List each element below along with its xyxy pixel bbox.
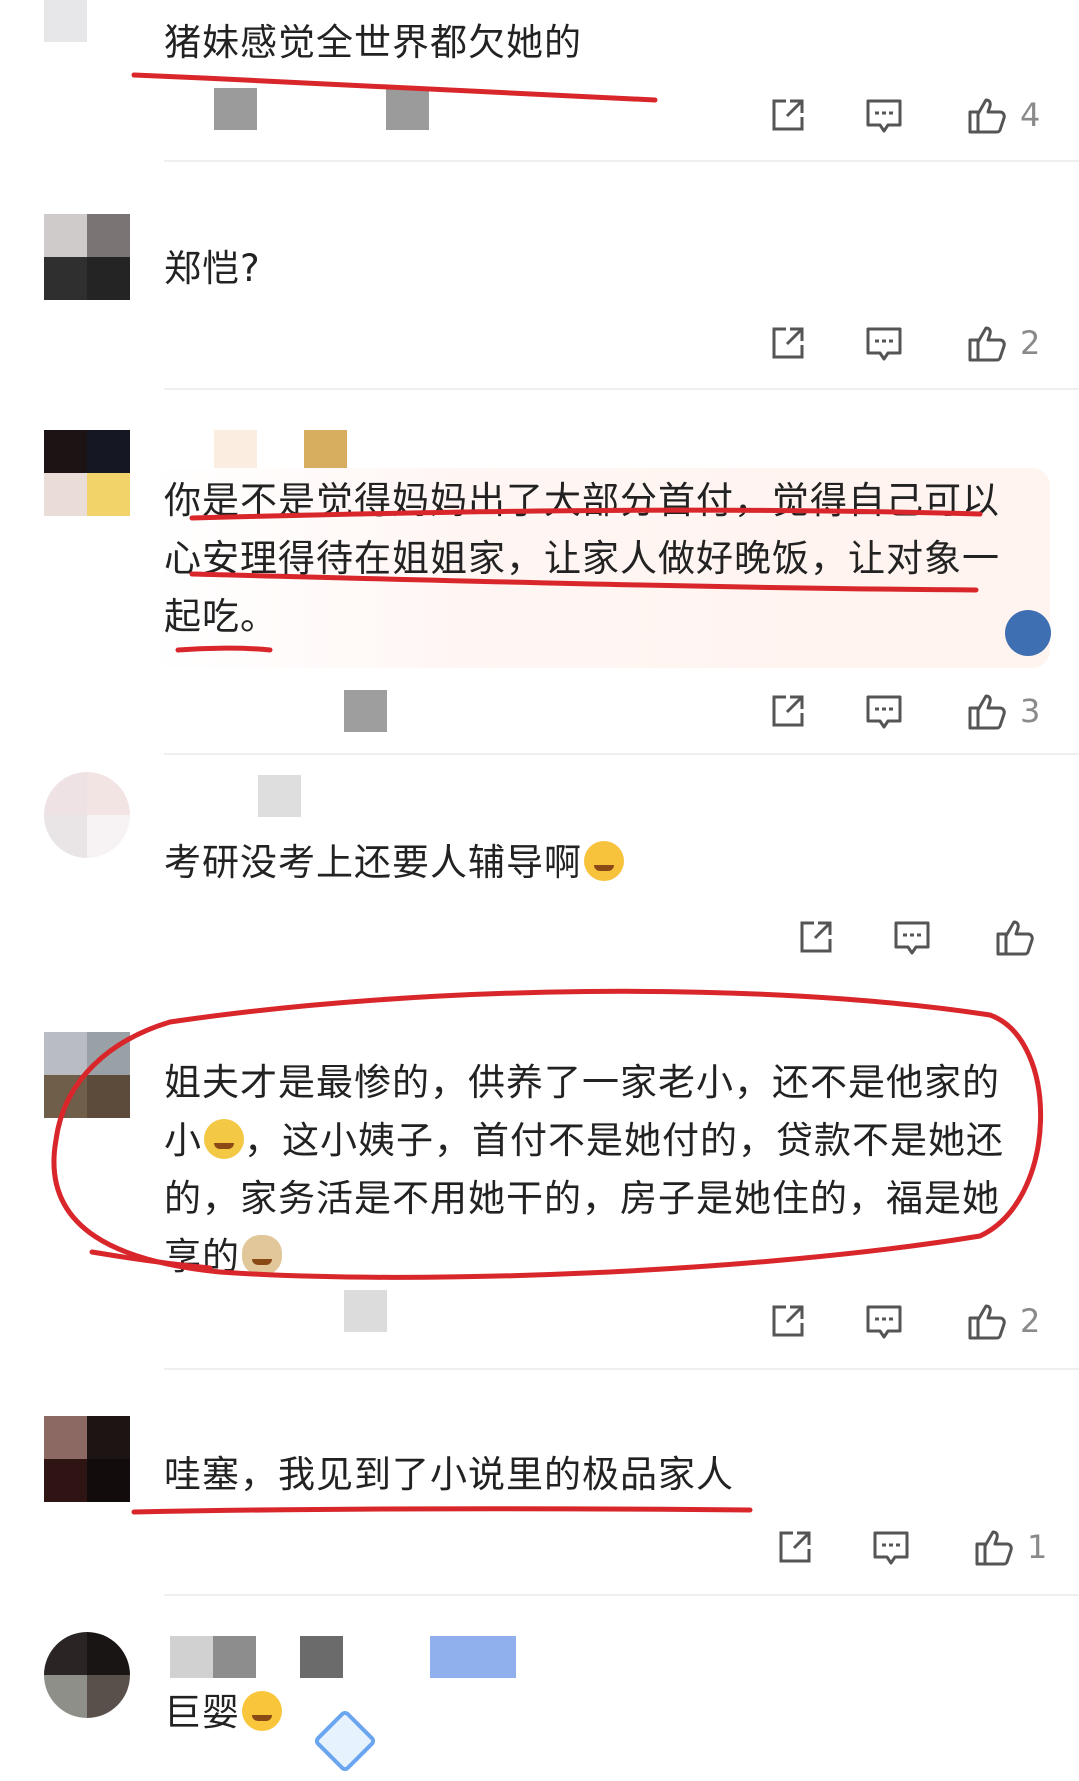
comment-icon: [892, 917, 932, 957]
share-button[interactable]: [768, 1296, 808, 1346]
divider: [164, 388, 1079, 390]
avatar[interactable]: [44, 214, 130, 300]
underline-comment-6: [131, 1506, 753, 1515]
comment-text-content: 巨婴: [164, 1691, 240, 1734]
avatar[interactable]: [44, 1632, 130, 1718]
avatar[interactable]: [44, 430, 130, 516]
comment-text-content: 考研没考上还要人辅导啊: [164, 841, 582, 884]
share-icon: [768, 323, 808, 363]
like-count: 2: [1020, 324, 1041, 362]
like-count: 3: [1020, 692, 1041, 730]
like-button[interactable]: 2: [966, 1296, 1040, 1346]
comment-text: 你是不是觉得妈妈出了大部分首付，觉得自己可以心安理得待在姐姐家，让家人做好晚饭，…: [164, 479, 1000, 638]
comment-text: 哇塞，我见到了小说里的极品家人: [164, 1453, 734, 1496]
reply-button[interactable]: [864, 90, 904, 140]
share-button[interactable]: [768, 90, 808, 140]
decorative-sticker-icon: [1005, 610, 1051, 656]
reply-button[interactable]: [864, 1296, 904, 1346]
like-button[interactable]: 1: [973, 1522, 1047, 1572]
reply-button[interactable]: [864, 686, 904, 736]
share-button[interactable]: [775, 1522, 815, 1572]
share-icon: [796, 917, 836, 957]
share-button[interactable]: [768, 318, 808, 368]
share-button[interactable]: [768, 686, 808, 736]
comment-text: 猪妹感觉全世界都欠她的: [164, 21, 582, 64]
shushing-face-icon: [584, 841, 624, 881]
thumbs-up-icon: [994, 916, 1036, 958]
crying-face-icon: [204, 1119, 244, 1159]
avatar[interactable]: [44, 772, 130, 858]
doge-icon: [242, 1235, 282, 1275]
like-button[interactable]: 3: [966, 686, 1040, 736]
divider: [164, 1368, 1079, 1370]
reply-button[interactable]: [892, 912, 932, 962]
comment-text-part-b: ，这小姨子，首付不是她付的，贷款不是她还的，家务活是不用她干的，房子是她住的，福…: [164, 1119, 1004, 1278]
share-icon: [775, 1527, 815, 1567]
comment-icon: [864, 691, 904, 731]
avatar[interactable]: [44, 1416, 130, 1502]
like-count: 1: [1027, 1528, 1048, 1566]
share-icon: [768, 95, 808, 135]
like-button[interactable]: [994, 912, 1048, 962]
thumbs-up-icon: [973, 1526, 1015, 1568]
share-icon: [768, 691, 808, 731]
like-count: 4: [1020, 96, 1041, 134]
reply-button[interactable]: [871, 1522, 911, 1572]
avatar[interactable]: [44, 0, 130, 42]
comment-icon: [864, 1301, 904, 1341]
avatar[interactable]: [44, 1032, 130, 1118]
share-icon: [768, 1301, 808, 1341]
comment-icon: [864, 95, 904, 135]
reply-button[interactable]: [864, 318, 904, 368]
divider: [164, 160, 1079, 162]
laughing-face-icon: [242, 1691, 282, 1731]
divider: [164, 1594, 1079, 1596]
comment-text: 考研没考上还要人辅导啊: [164, 834, 1024, 892]
comment-icon: [864, 323, 904, 363]
thumbs-up-icon: [966, 1300, 1008, 1342]
share-button[interactable]: [796, 912, 836, 962]
comment-text: 郑恺?: [164, 247, 261, 290]
thumbs-up-icon: [966, 94, 1008, 136]
divider: [164, 753, 1079, 755]
thumbs-up-icon: [966, 690, 1008, 732]
like-button[interactable]: 2: [966, 318, 1040, 368]
comment-icon: [871, 1527, 911, 1567]
thumbs-up-icon: [966, 322, 1008, 364]
comment-text: 姐夫才是最惨的，供养了一家老小，还不是他家的小 ，这小姨子，首付不是她付的，贷款不…: [164, 1054, 1034, 1286]
like-button[interactable]: 4: [966, 90, 1040, 140]
like-count: 2: [1020, 1302, 1041, 1340]
comment-text: 巨婴: [164, 1684, 1024, 1742]
